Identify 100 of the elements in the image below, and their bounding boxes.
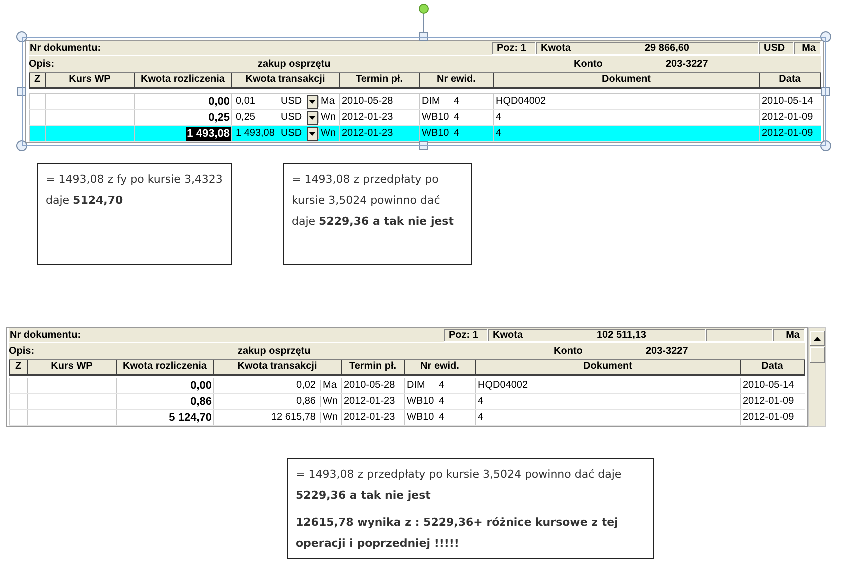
- column-header[interactable]: Nr ewid.: [419, 73, 493, 87]
- table-cell: 2012-01-23: [342, 112, 394, 123]
- table-cell: 2010-05-28: [342, 96, 394, 107]
- caret-icon: [309, 132, 316, 136]
- dropdown-button[interactable]: [307, 110, 318, 124]
- table-cell: 0,86: [190, 396, 213, 408]
- rotate-handle[interactable]: [419, 4, 429, 32]
- column-header[interactable]: Kwota transakcji: [213, 360, 341, 374]
- table-cell: 4: [496, 112, 502, 123]
- column-header[interactable]: Z: [29, 73, 45, 87]
- table-cell: 1 493,08: [186, 126, 231, 140]
- table-cell-text: 1 493,08: [235, 128, 276, 139]
- amount-value: 29 866,60: [645, 42, 690, 54]
- column-header[interactable]: Kurs WP: [45, 73, 134, 87]
- table-cell: 4: [454, 96, 460, 107]
- table-cell: 2012-01-09: [743, 396, 794, 407]
- side-value: Ma: [773, 328, 805, 342]
- account-value: 203-3227: [646, 346, 690, 356]
- table-cell: 2012-01-23: [344, 396, 396, 407]
- table-cell-text: 0,25: [235, 112, 256, 123]
- table-cell: 4: [454, 112, 460, 123]
- table-cell: Wn: [320, 396, 341, 407]
- table-cell-text: USD: [281, 112, 304, 123]
- table-cell-text: 0,02: [296, 380, 317, 391]
- table-cell-text: USD: [281, 128, 304, 139]
- table-cell: Wn: [318, 112, 339, 123]
- table-row[interactable]: 0,25 0,25 USD Wn 2012-01-23 WB10 4 4 2012-01-09: [29, 110, 821, 126]
- table-row[interactable]: 0,00 0,01 USD Ma 2010-05-28 DIM 4 HQD04002 2010-05-14: [29, 94, 821, 110]
- table-row[interactable]: 0,86 0,86 Wn 2012-01-23 WB10 4 4 2012-01-09: [9, 394, 805, 410]
- table-cell: 0,00: [208, 96, 231, 108]
- table-cell-text: WB10: [407, 396, 436, 407]
- table-row[interactable]: 0,00 0,02 Ma 2010-05-28 DIM 4 HQD04002 2010-05-14: [9, 378, 805, 394]
- table-cell: HQD04002: [496, 96, 546, 107]
- amount-value: 102 511,13: [597, 330, 646, 340]
- table-cell: 4: [478, 396, 484, 407]
- table-cell: 4: [439, 380, 445, 391]
- resize-handle[interactable]: [420, 32, 428, 42]
- table-row[interactable]: 5 124,70 12 615,78 Wn 2012-01-23 WB10 4 4 2012-01-09: [9, 410, 805, 426]
- column-header[interactable]: Termin pł.: [339, 73, 419, 87]
- table-cell-text: WB10: [422, 128, 450, 139]
- column-header[interactable]: Kwota rozliczenia: [134, 73, 231, 87]
- column-header[interactable]: Dokument: [493, 73, 759, 87]
- column-header[interactable]: Kwota transakcji: [231, 73, 339, 87]
- column-header[interactable]: Z: [9, 360, 27, 374]
- table-cell: 2010-05-14: [743, 380, 794, 391]
- scrollbar[interactable]: [808, 327, 826, 427]
- position-label: Poz: 1: [492, 42, 536, 54]
- position-label: Poz: 1: [444, 328, 488, 342]
- table-cell-text: 0,86: [296, 396, 317, 407]
- resize-handle[interactable]: [420, 142, 428, 150]
- resize-handle[interactable]: [18, 87, 26, 96]
- field-label: Konto: [574, 58, 604, 70]
- table-cell-text: 0,01: [235, 96, 256, 107]
- column-header[interactable]: Data: [759, 73, 821, 87]
- field-label: Nr dokumentu:: [9, 330, 82, 340]
- scrollbar-thumb[interactable]: [810, 347, 824, 363]
- table-cell: Wn: [320, 412, 341, 423]
- table-cell: Ma: [320, 380, 341, 391]
- note-text: 12615,78 wynika z : 5229,36+ różnice kursowe z tej operacji i poprzedniej !!!!!: [296, 515, 620, 552]
- caret-icon: [309, 116, 316, 120]
- field-label: Kwota: [541, 42, 572, 54]
- dropdown-button[interactable]: [307, 94, 318, 108]
- table-cell: 2010-05-14: [762, 96, 814, 107]
- description-value: zakup osprzętu: [237, 346, 312, 356]
- column-header[interactable]: Kurs WP: [27, 360, 116, 374]
- dropdown-button[interactable]: [307, 126, 318, 140]
- table-cell: 4: [439, 396, 445, 407]
- note-text: = 1493,08 z przedpłaty po kursie 3,5024 powinno dać daje 5229,36 a tak nie jest: [292, 172, 455, 230]
- column-header[interactable]: Kwota rozliczenia: [116, 360, 213, 374]
- resize-handle[interactable]: [822, 87, 830, 96]
- table-cell: 2012-01-23: [344, 412, 396, 423]
- table-row[interactable]: 1 493,08 1 493,08 USD Wn 2012-01-23 WB10 4 4 2012-01-09: [29, 126, 821, 142]
- note-text: = 1493,08 z fy po kursie 3,4323 daje 5124,70: [46, 172, 223, 209]
- column-header[interactable]: Termin pł.: [341, 360, 404, 374]
- note-text: = 1493,08 z przedpłaty po kursie 3,5024 powinno dać daje 5229,36 a tak nie jest: [296, 467, 623, 504]
- table-cell: 0,00: [190, 380, 213, 392]
- account-value: 203-3227: [666, 58, 710, 70]
- table-cell-text: USD: [281, 96, 304, 107]
- table-cell: HQD04002: [478, 380, 528, 391]
- caret-icon: [309, 100, 316, 104]
- table-cell-text: DIM: [422, 96, 442, 107]
- field-label: Opis:: [29, 58, 56, 70]
- side-value: Ma: [794, 42, 821, 54]
- field-label: Kwota: [493, 330, 524, 340]
- table-cell: 2012-01-09: [762, 112, 814, 123]
- scroll-up-icon[interactable]: [810, 331, 824, 346]
- column-header[interactable]: Dokument: [475, 360, 740, 374]
- column-header[interactable]: Data: [740, 360, 805, 374]
- table-cell-text: WB10: [407, 412, 436, 423]
- table-cell: 5 124,70: [169, 412, 213, 424]
- table-cell: 0,25: [208, 112, 231, 124]
- table-cell: 4: [478, 412, 484, 423]
- field-label: Nr dokumentu:: [29, 42, 102, 54]
- currency-value: USD: [759, 42, 794, 54]
- table-cell: 2010-05-28: [344, 380, 396, 391]
- table-cell: Wn: [318, 128, 339, 139]
- table-cell-text: 12 615,78: [270, 412, 317, 423]
- table-cell: 2012-01-09: [743, 412, 794, 423]
- column-header[interactable]: Nr ewid.: [404, 360, 475, 374]
- table-cell: 2012-01-09: [762, 128, 814, 139]
